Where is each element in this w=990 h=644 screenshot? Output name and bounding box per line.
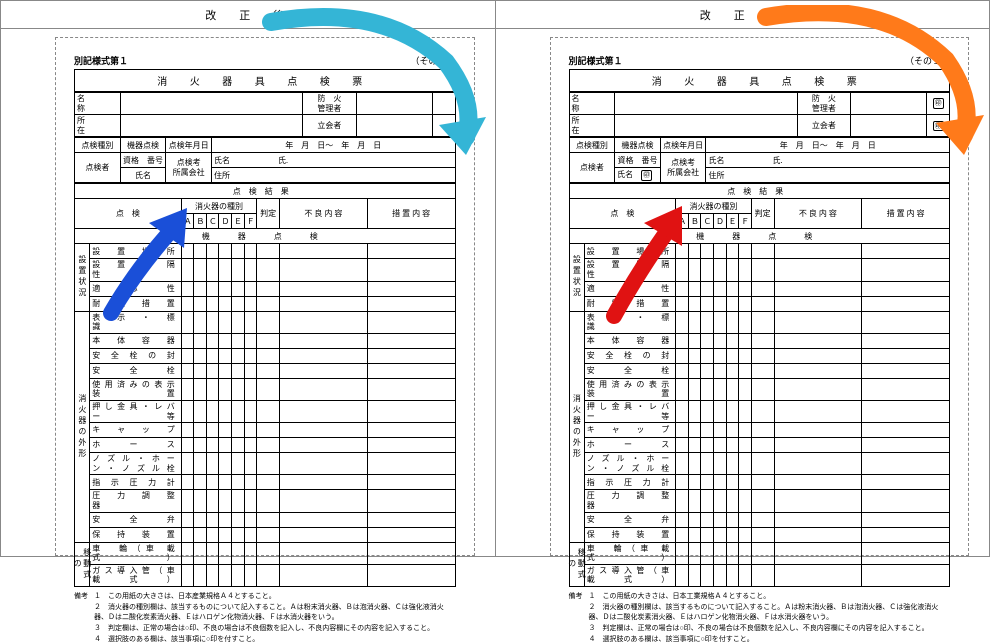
notes-left: 備考１ この用紙の大きさは、日本産業規格Ａ４とすること。 ２ 消火器の種別欄は、… [74, 591, 456, 644]
form-inspector: 点検種別機器点検点検年月日年 月 日～ 年 月 日 点検者資格 番号点検考 所属… [74, 137, 456, 183]
notes-right: 備考１ この用紙の大きさは、日本工業規格Ａ４とすること。 ２ 消火器の種別欄は、… [569, 591, 951, 644]
form-upper-r: 名 称防 火 管理者㊞ 所 在立会者㊞ [569, 92, 951, 137]
form-id: 別記様式第１ [74, 54, 128, 67]
stamp-icon: ㊞ [933, 98, 944, 108]
sono-label: （その１） [410, 54, 455, 67]
pane-after: 改 正 後 別記様式第１ （その１） 消 火 器 具 点 検 票 名 称防 火 … [0, 0, 495, 557]
stamp-icon: ㊞ [641, 170, 652, 180]
form-inspector-r: 点検種別機器点検点検年月日年 月 日～ 年 月 日 点検者資格 番号点検考 所属… [569, 137, 951, 183]
pane-before: 改 正 前 別記様式第１ （その１） 消 火 器 具 点 検 票 名 称防 火 … [495, 0, 990, 557]
sono-label-r: （その１） [905, 54, 950, 67]
form-title: 消 火 器 具 点 検 票 [74, 69, 456, 92]
header-before: 改 正 前 [496, 1, 990, 29]
form-id-r: 別記様式第１ [569, 54, 623, 67]
header-after: 改 正 後 [1, 1, 495, 29]
form-upper: 名 称防 火 管理者 所 在立会者 [74, 92, 456, 137]
form-results: 点検結果 点 検消火器の種別判定不 良 内 容措 置 内 容 ＡＢＣＤＥＦ 機 … [74, 183, 456, 587]
form-results-r: 点検結果 点 検消火器の種別判定不 良 内 容措 置 内 容 ＡＢＣＤＥＦ 機 … [569, 183, 951, 587]
form-container-right: 別記様式第１ （その１） 消 火 器 具 点 検 票 名 称防 火 管理者㊞ 所… [550, 37, 970, 556]
form-container-left: 別記様式第１ （その１） 消 火 器 具 点 検 票 名 称防 火 管理者 所 … [55, 37, 475, 556]
form-title-r: 消 火 器 具 点 検 票 [569, 69, 951, 92]
stamp-icon: ㊞ [933, 121, 944, 131]
